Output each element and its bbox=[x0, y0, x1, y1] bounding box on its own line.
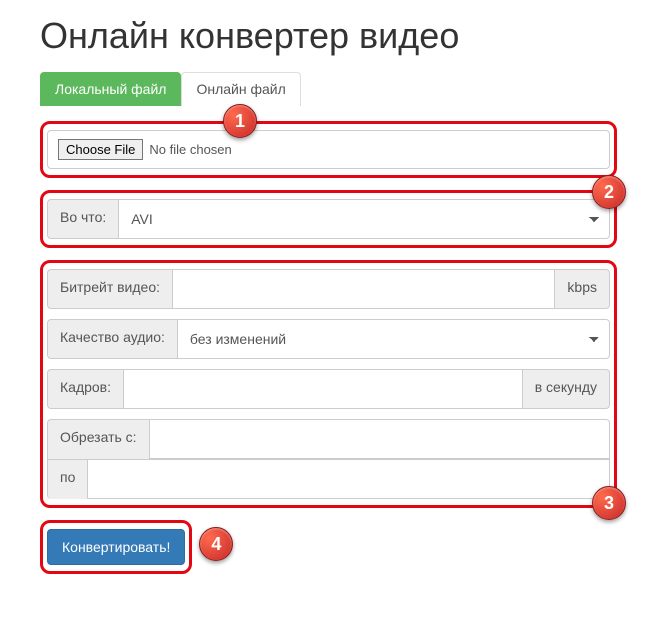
tab-online-file[interactable]: Онлайн файл bbox=[181, 72, 300, 106]
bitrate-unit: kbps bbox=[555, 269, 610, 309]
annotation-group-4: 4 Конвертировать! bbox=[40, 520, 192, 574]
format-select[interactable]: AVI bbox=[118, 199, 610, 239]
bitrate-label: Битрейт видео: bbox=[47, 269, 172, 309]
annotation-badge-3: 3 bbox=[592, 486, 626, 520]
annotation-group-3: 3 Битрейт видео: kbps Качество аудио: бе… bbox=[40, 260, 617, 508]
audio-quality-select[interactable]: без изменений bbox=[177, 319, 610, 359]
annotation-badge-2: 2 bbox=[592, 175, 626, 209]
annotation-badge-4: 4 bbox=[199, 527, 233, 561]
trim-to-input[interactable] bbox=[87, 459, 610, 499]
frames-label: Кадров: bbox=[47, 369, 123, 409]
page-title: Онлайн конвертер видео bbox=[40, 15, 617, 57]
frames-unit: в секунду bbox=[523, 369, 610, 409]
tab-local-file[interactable]: Локальный файл bbox=[40, 72, 181, 106]
audio-quality-label: Качество аудио: bbox=[47, 319, 177, 359]
source-tabs: Локальный файл Онлайн файл bbox=[40, 72, 617, 106]
trim-from-label: Обрезать с: bbox=[47, 419, 149, 459]
annotation-group-2: 2 Во что: AVI bbox=[40, 190, 617, 248]
trim-from-input[interactable] bbox=[149, 419, 610, 459]
annotation-badge-1: 1 bbox=[223, 104, 257, 138]
file-input-row: Choose File No file chosen bbox=[47, 130, 610, 169]
format-label: Во что: bbox=[47, 199, 118, 239]
file-status-text: No file chosen bbox=[149, 142, 231, 157]
trim-to-label: по bbox=[47, 459, 87, 499]
convert-button[interactable]: Конвертировать! bbox=[47, 529, 185, 565]
choose-file-button[interactable]: Choose File bbox=[58, 139, 143, 160]
frames-input[interactable] bbox=[123, 369, 523, 409]
bitrate-input[interactable] bbox=[172, 269, 555, 309]
annotation-group-1: 1 Choose File No file chosen bbox=[40, 121, 617, 178]
